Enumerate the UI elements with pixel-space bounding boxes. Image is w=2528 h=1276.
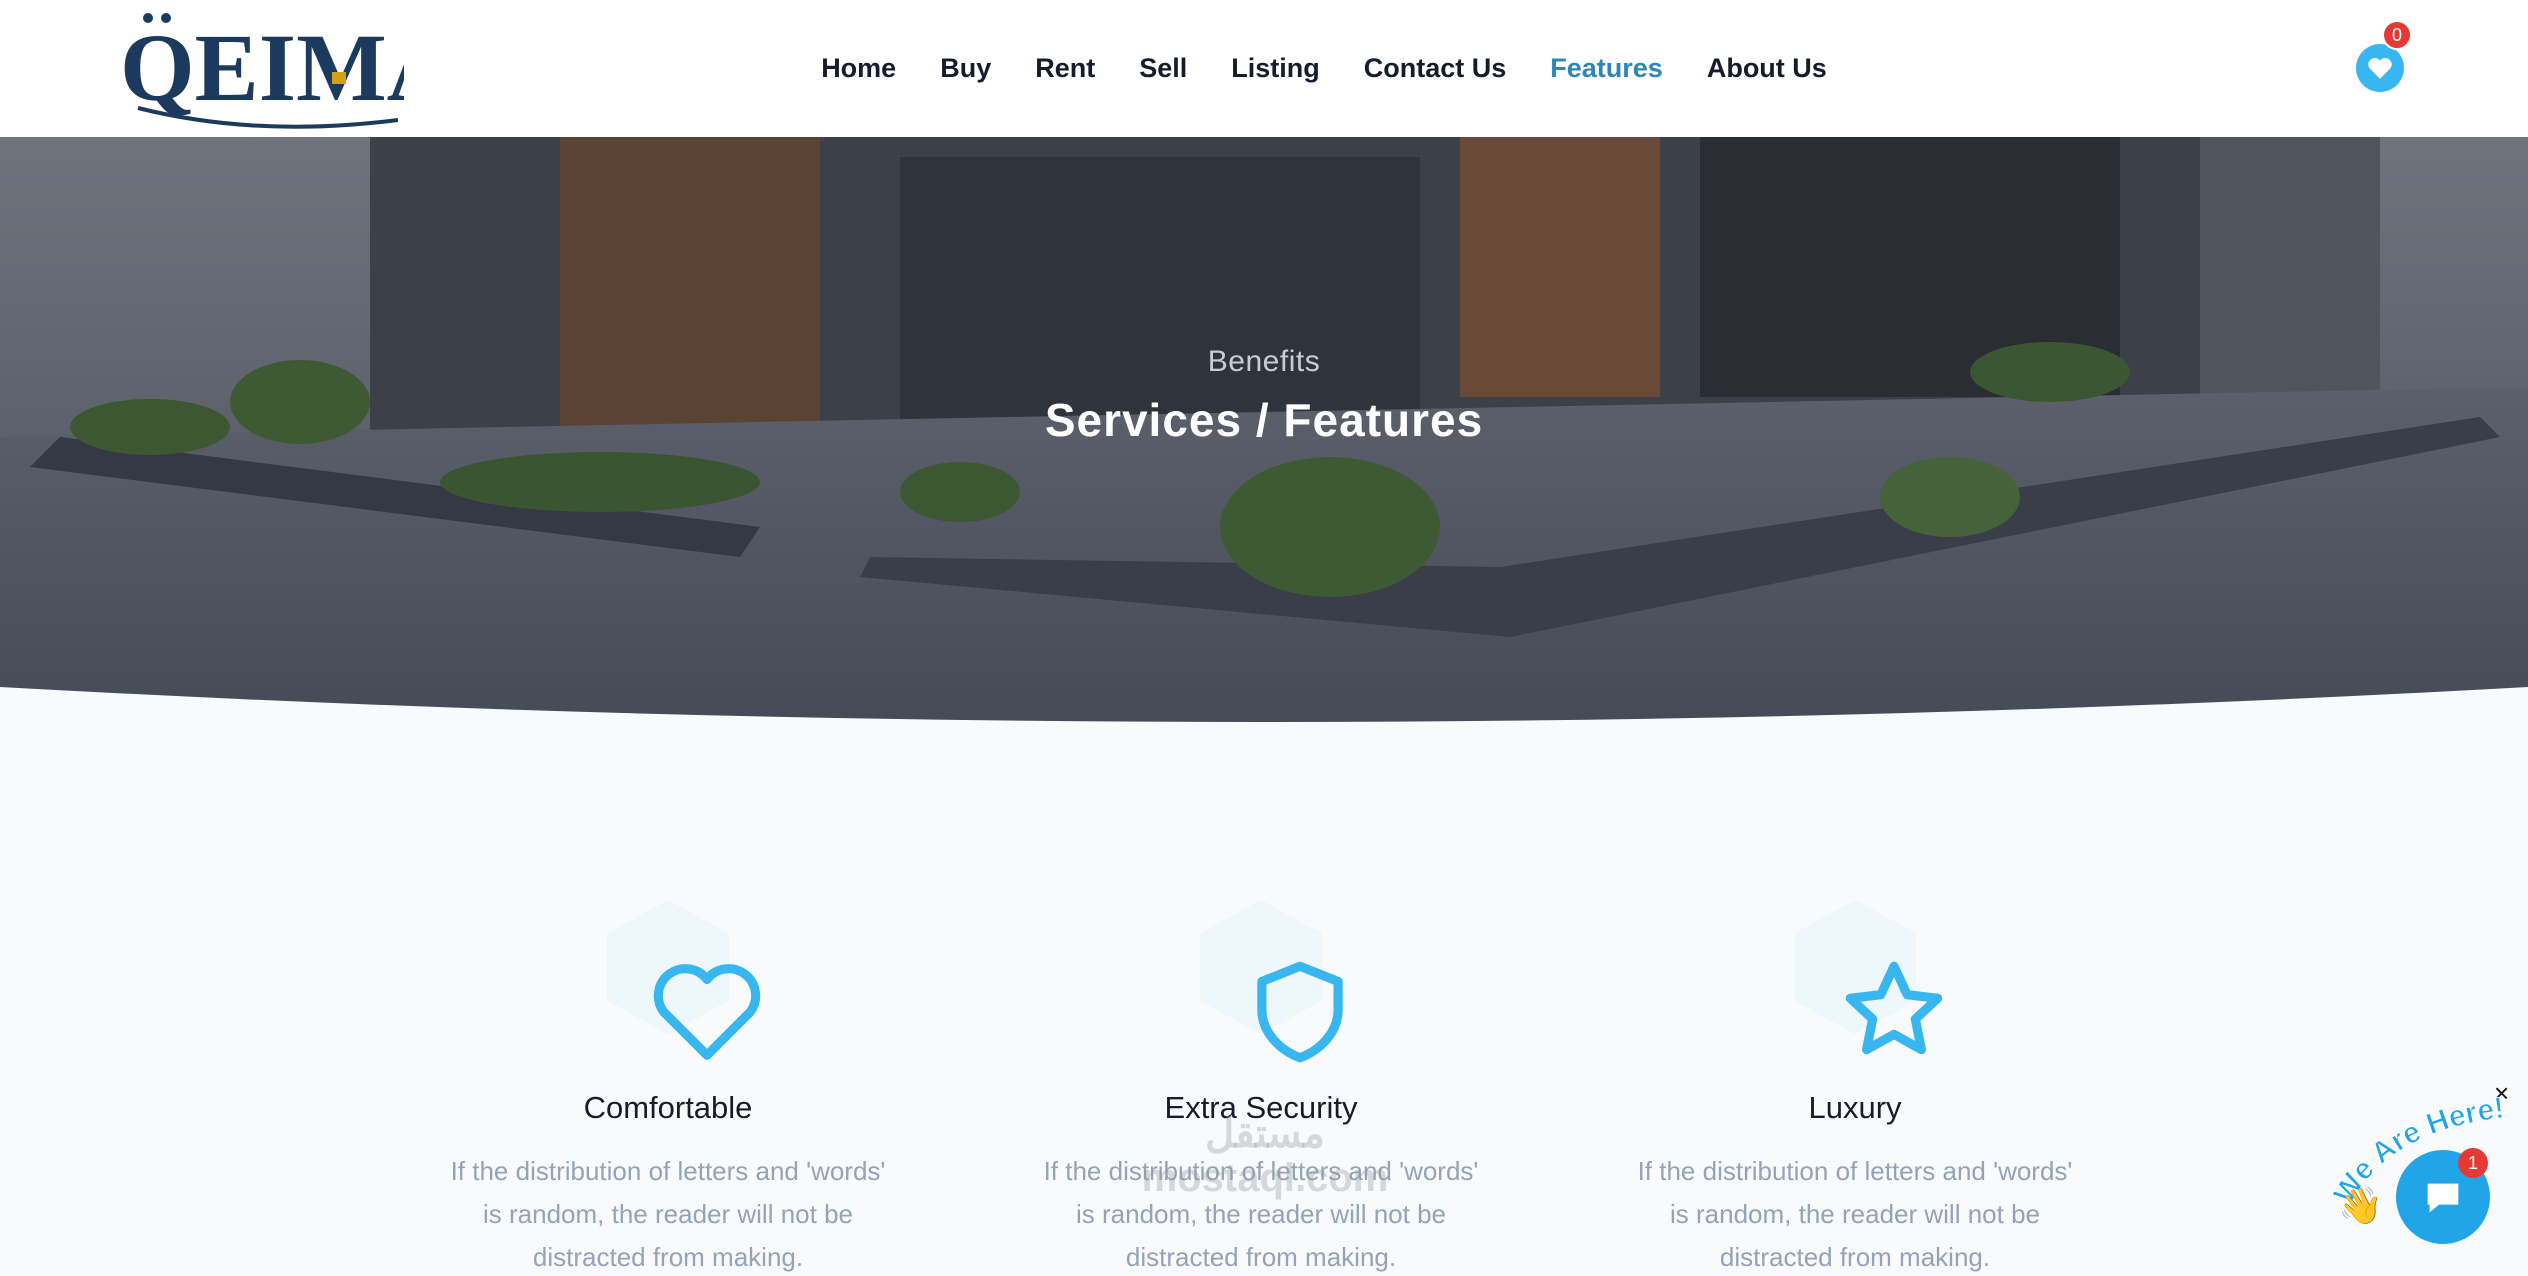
nav-buy[interactable]: Buy [940,53,991,84]
hexagon-badge [1200,900,1343,1063]
nav-home[interactable]: Home [821,53,896,84]
nav-rent[interactable]: Rent [1035,53,1095,84]
waving-hand-icon: 👋 [2338,1185,2383,1226]
hexagon-badge [1794,900,1943,1055]
watermark: مستقل mostaql.com [1141,1112,1389,1200]
nav-about-us[interactable]: About Us [1707,53,1827,84]
hero-subtitle: Benefits [1207,345,1321,378]
hero-banner: Benefits Services / Features [0,137,2528,730]
nav-sell[interactable]: Sell [1139,53,1187,84]
nav-contact-us[interactable]: Contact Us [1364,53,1507,84]
feature-title: Luxury [1808,1090,1902,1125]
chat-unread-badge: 1 [2458,1148,2488,1178]
feature-description: If the distribution of letters and 'word… [1637,1156,2073,1272]
site-header: QEIMA Home Buy Rent Sell Listing Contact… [0,0,2528,137]
page-title: Services / Features [1044,394,1484,446]
hexagon-badge [607,900,761,1060]
nav-listing[interactable]: Listing [1231,53,1320,84]
wishlist-count-badge: 0 [2382,20,2412,50]
heart-icon [653,964,761,1060]
star-icon [1845,961,1943,1055]
main-nav: Home Buy Rent Sell Listing Contact Us Fe… [0,0,2528,137]
feature-description: If the distribution of letters and 'word… [450,1156,886,1272]
feature-title: Comfortable [583,1090,753,1125]
nav-features[interactable]: Features [1550,53,1663,84]
chat-bubble-icon [2427,1183,2459,1213]
wishlist-button[interactable] [2356,44,2404,92]
shield-icon [1257,961,1343,1063]
heart-icon [2368,57,2392,79]
